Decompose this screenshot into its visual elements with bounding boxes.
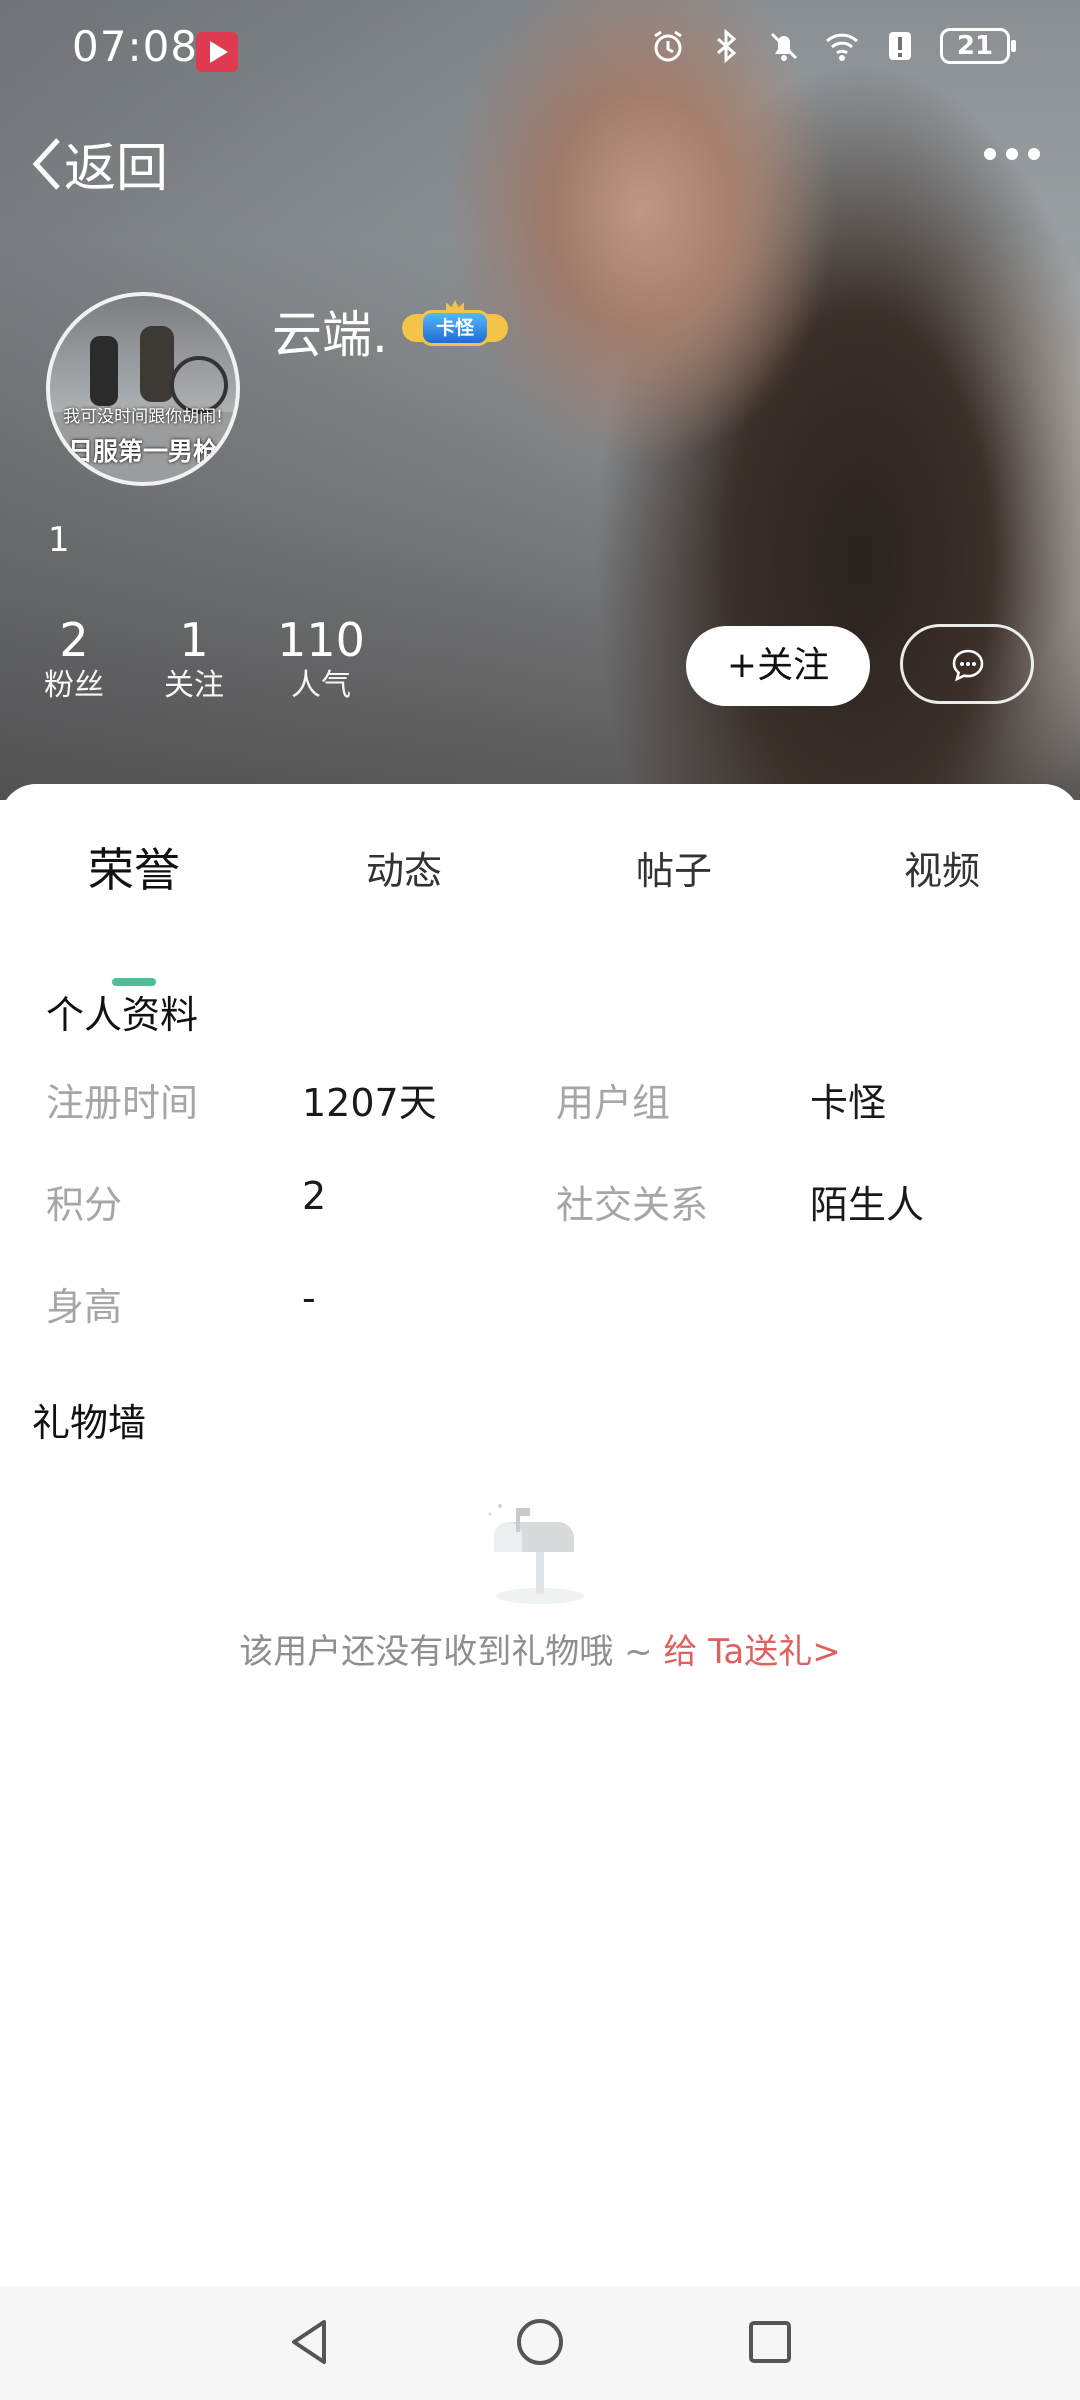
more-dot <box>1028 148 1040 160</box>
tab-videos[interactable]: 视频 <box>904 840 980 895</box>
user-signature: 1 <box>48 520 70 560</box>
avatar-figure <box>140 326 174 402</box>
tab-bar: 荣誉 动态 帖子 视频 <box>0 834 1080 986</box>
alert-icon <box>889 32 911 60</box>
gift-empty-message: 该用户还没有收到礼物哦 ~ 给 Ta送礼> <box>0 1624 1080 1673</box>
more-options-button[interactable] <box>984 148 1040 160</box>
gift-empty-text: 该用户还没有收到礼物哦 ~ <box>239 1632 664 1672</box>
message-button[interactable] <box>900 624 1034 704</box>
avatar-caption-top: 我可没时间跟你胡闹! <box>63 407 223 427</box>
stat-popularity: 110 人气 <box>276 614 366 706</box>
info-key: 积分 <box>46 1183 123 1227</box>
info-key: 社交关系 <box>556 1183 709 1227</box>
info-value: 卡怪 <box>810 1081 887 1125</box>
bluetooth-icon <box>717 28 737 64</box>
tab-posts[interactable]: 帖子 <box>636 840 712 895</box>
info-key: 注册时间 <box>46 1081 199 1125</box>
avatar-caption-bottom: 日服第一男枪 <box>67 437 218 466</box>
send-gift-link[interactable]: 给 Ta送礼> <box>663 1632 840 1672</box>
gift-wall-title: 礼物墙 <box>32 1401 147 1445</box>
stat-value: 1 <box>179 613 209 667</box>
tab-honor[interactable]: 荣誉 <box>88 834 180 900</box>
profile-stats: 2 粉丝 1 关注 110 人气 <box>36 614 410 706</box>
nav-home-icon[interactable] <box>508 2310 572 2374</box>
info-key: 身高 <box>46 1285 123 1329</box>
info-value: 陌生人 <box>810 1183 925 1227</box>
back-label: 返回 <box>64 139 169 199</box>
stat-label: 人气 <box>291 668 351 703</box>
status-icons: 21 <box>650 28 1016 64</box>
personal-info-title: 个人资料 <box>46 993 199 1037</box>
follow-button[interactable]: +关注 <box>686 626 870 706</box>
chat-bubble-icon <box>952 649 984 682</box>
info-key: 用户组 <box>556 1081 671 1125</box>
avatar[interactable]: 我可没时间跟你胡闹! 日服第一男枪 <box>46 292 240 486</box>
empty-mailbox-icon <box>488 1504 584 1604</box>
info-value: - <box>302 1276 316 1320</box>
info-value: 2 <box>302 1174 327 1218</box>
status-bar: 07:08 21 <box>0 0 1080 100</box>
user-group-badge[interactable]: 卡怪 <box>402 300 508 350</box>
avatar-figure <box>90 336 118 406</box>
system-navigation-bar <box>0 2286 1080 2400</box>
nav-back-icon[interactable] <box>278 2310 342 2374</box>
username: 云端. <box>272 306 388 364</box>
wifi-icon <box>825 33 859 61</box>
info-value: 1207天 <box>302 1081 437 1125</box>
info-row: 积分 2 社交关系 陌生人 <box>46 1174 1046 1244</box>
info-row: 注册时间 1207天 用户组 卡怪 <box>46 1072 1046 1142</box>
more-dot <box>1006 148 1018 160</box>
chevron-left-icon <box>32 137 60 190</box>
stat-label: 粉丝 <box>44 668 104 703</box>
tab-activity[interactable]: 动态 <box>366 840 442 895</box>
mute-bell-icon <box>770 32 798 61</box>
badge-label: 卡怪 <box>420 310 490 346</box>
alarm-icon <box>654 30 682 62</box>
stat-value: 110 <box>277 613 365 667</box>
stat-following[interactable]: 1 关注 <box>156 614 232 706</box>
battery-indicator: 21 <box>940 28 1016 64</box>
stat-value: 2 <box>59 613 89 667</box>
status-time: 07:08 <box>72 22 199 71</box>
back-button[interactable]: 返回 <box>28 126 168 201</box>
nav-recents-icon[interactable] <box>738 2310 802 2374</box>
stat-label: 关注 <box>164 668 224 703</box>
app-notification-icon <box>196 32 238 72</box>
more-dot <box>984 148 996 160</box>
info-row: 身高 - <box>46 1276 1046 1346</box>
stat-fans[interactable]: 2 粉丝 <box>36 614 112 706</box>
